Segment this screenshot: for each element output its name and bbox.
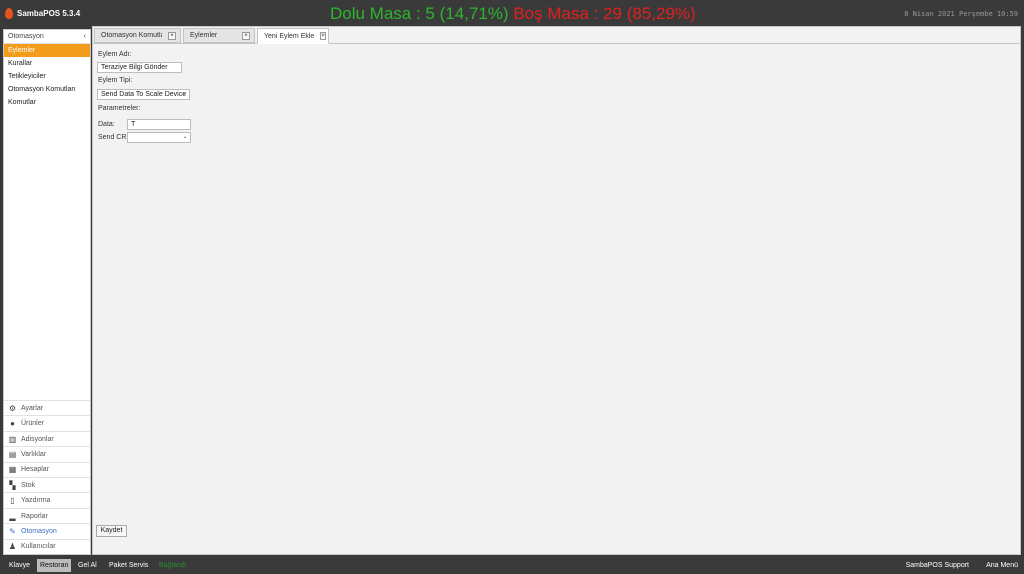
- module-urunler[interactable]: ● Ürünler: [4, 415, 90, 430]
- tab-otomasyon-komutlari[interactable]: Otomasyon Komutları ×: [94, 28, 181, 43]
- main-content: Otomasyon Komutları × Eylemler × Yeni Ey…: [92, 26, 1021, 555]
- module-label: Kullanıcılar: [21, 543, 56, 551]
- user-icon: ♟: [8, 542, 17, 552]
- module-yazdirma[interactable]: ▯ Yazdırma: [4, 492, 90, 507]
- module-label: Varlıklar: [21, 450, 47, 458]
- connection-status: Bağlandı: [159, 562, 187, 569]
- data-param-label: Data:: [98, 121, 115, 128]
- printer-icon: ▯: [10, 496, 15, 506]
- sidebar-item-kurallar[interactable]: Kurallar: [4, 57, 90, 70]
- reports-icon: ▂: [9, 511, 16, 521]
- free-tables-text: Boş Masa : 29 (85,29%): [513, 4, 696, 23]
- action-name-label: Eylem Adı:: [98, 51, 132, 58]
- restaurant-button[interactable]: Restoran: [37, 559, 72, 572]
- close-icon[interactable]: ×: [242, 31, 250, 40]
- module-list: ⚙ Ayarlar ● Ürünler ▥ Adisyonlar ▤ Varlı…: [4, 400, 90, 554]
- module-label: Yazdırma: [21, 497, 51, 505]
- keyboard-button[interactable]: Klavye: [6, 559, 33, 572]
- module-label: Otomasyon: [21, 527, 57, 535]
- tab-yeni-eylem-ekle[interactable]: Yeni Eylem Ekle ×: [257, 28, 329, 44]
- action-name-input[interactable]: Teraziye Bilgi Gönder: [97, 62, 182, 73]
- data-param-input[interactable]: T: [127, 119, 191, 130]
- automation-icon: ✎: [9, 526, 16, 536]
- action-type-select[interactable]: Send Data To Scale Device ⌄: [97, 89, 190, 100]
- tab-label: Otomasyon Komutları: [101, 32, 162, 39]
- title-bar: SambaPOS 5.3.4 Dolu Masa : 5 (14,71%) Bo…: [0, 0, 1024, 27]
- parameters-label: Parametreler:: [98, 105, 141, 112]
- sambapos-logo-icon: [5, 8, 13, 19]
- table-status: Dolu Masa : 5 (14,71%) Boş Masa : 29 (85…: [330, 4, 696, 24]
- send-cr-select[interactable]: ⌄: [127, 132, 191, 143]
- app-title: SambaPOS 5.3.4: [17, 9, 81, 18]
- tab-label: Yeni Eylem Ekle: [264, 32, 315, 40]
- support-button[interactable]: SambaPOS Support: [903, 559, 972, 572]
- datetime-display: 8 Nisan 2021 Perşembe 10:59: [904, 10, 1018, 18]
- chevron-down-icon: ⌄: [182, 134, 188, 140]
- module-label: Ürünler: [21, 420, 44, 428]
- module-label: Raporlar: [21, 512, 48, 520]
- gear-icon: ⚙: [8, 403, 17, 413]
- module-stok[interactable]: ▚ Stok: [4, 477, 90, 492]
- chevron-left-icon[interactable]: ‹: [84, 33, 86, 40]
- sidebar: Otomasyon ‹ Eylemler Kurallar Tetikleyic…: [3, 29, 91, 555]
- bottom-bar: Klavye Restoran Gel Al Paket Servis Bağl…: [0, 557, 1024, 574]
- module-kullanicilar[interactable]: ♟ Kullanıcılar: [4, 538, 90, 554]
- tab-label: Eylemler: [190, 32, 218, 39]
- module-ayarlar[interactable]: ⚙ Ayarlar: [4, 400, 90, 415]
- action-type-label: Eylem Tipi:: [98, 77, 133, 84]
- sidebar-header[interactable]: Otomasyon ‹: [4, 30, 90, 44]
- module-raporlar[interactable]: ▂ Raporlar: [4, 507, 90, 523]
- module-otomasyon[interactable]: ✎ Otomasyon: [4, 523, 90, 538]
- sidebar-item-komutlar[interactable]: Komutlar: [4, 96, 90, 109]
- entities-icon: ▤: [8, 449, 17, 459]
- product-icon: ●: [10, 419, 15, 429]
- sidebar-item-otomasyon-komutlari[interactable]: Otomasyon Komutları: [4, 83, 90, 96]
- send-cr-label: Send CR:: [98, 134, 129, 141]
- sidebar-item-eylemler[interactable]: Eylemler: [4, 44, 90, 57]
- tickets-icon: ▥: [8, 434, 17, 444]
- sidebar-item-tetikleyiciler[interactable]: Tetikleyiciler: [4, 70, 90, 83]
- delivery-button[interactable]: Paket Servis: [106, 559, 151, 572]
- calculator-icon: ▦: [8, 465, 17, 475]
- module-label: Ayarlar: [21, 404, 44, 412]
- save-button[interactable]: Kaydet: [96, 525, 127, 537]
- app-logo: SambaPOS 5.3.4: [5, 8, 80, 19]
- tab-strip: Otomasyon Komutları × Eylemler × Yeni Ey…: [94, 28, 329, 44]
- module-label: Adisyonlar: [21, 435, 54, 443]
- tab-eylemler[interactable]: Eylemler ×: [183, 28, 255, 43]
- module-adisyonlar[interactable]: ▥ Adisyonlar: [4, 430, 90, 446]
- module-label: Stok: [21, 481, 36, 489]
- module-varliklar[interactable]: ▤ Varlıklar: [4, 446, 90, 461]
- inventory-icon: ▚: [9, 480, 16, 490]
- chevron-down-icon: ⌄: [181, 91, 187, 97]
- action-type-value: Send Data To Scale Device: [101, 91, 187, 98]
- close-icon[interactable]: ×: [168, 31, 176, 40]
- main-menu-button[interactable]: Ana Menü: [983, 559, 1021, 572]
- occupied-tables-text: Dolu Masa : 5 (14,71%): [330, 4, 509, 23]
- module-hesaplar[interactable]: ▦ Hesaplar: [4, 461, 90, 477]
- sidebar-header-label: Otomasyon: [8, 33, 44, 40]
- takeaway-button[interactable]: Gel Al: [75, 559, 100, 572]
- close-icon[interactable]: ×: [320, 32, 326, 40]
- module-label: Hesaplar: [21, 466, 50, 474]
